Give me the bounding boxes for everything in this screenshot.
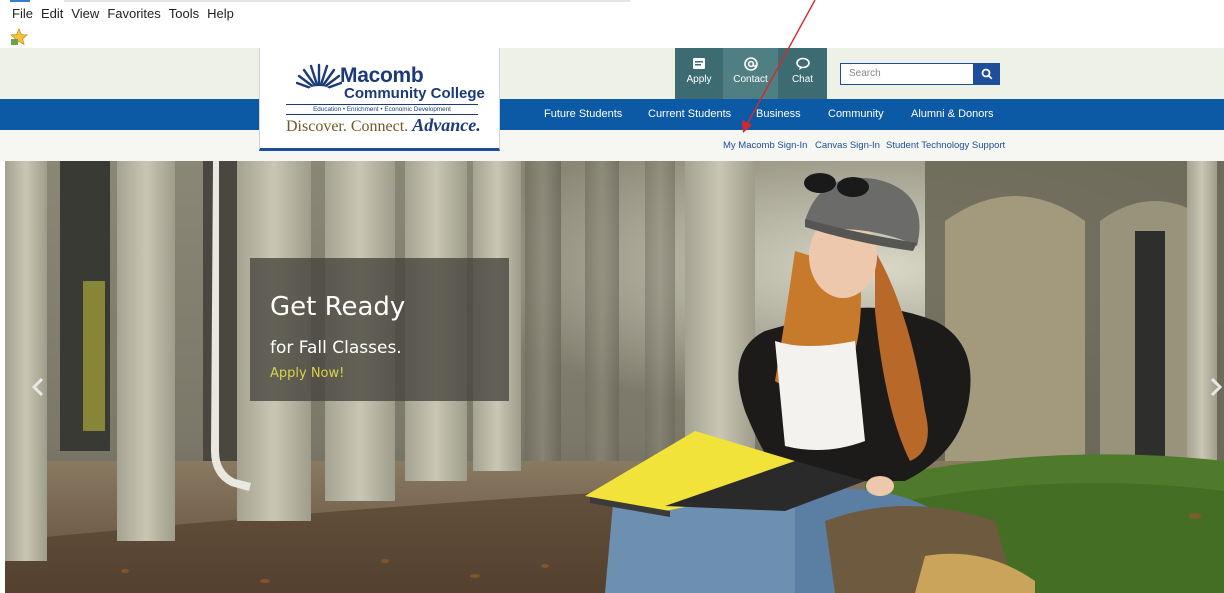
my-macomb-sign-in-link[interactable]: My Macomb Sign-In (723, 130, 807, 161)
menu-tools[interactable]: Tools (169, 6, 199, 21)
apply-label: Apply (686, 74, 712, 85)
address-bar-edge (64, 0, 630, 2)
logo-motto: Discover. Connect. Advance. (286, 115, 481, 136)
hero-photo (5, 161, 1224, 593)
contact-label: Contact (733, 74, 768, 85)
menu-help[interactable]: Help (207, 6, 234, 21)
menu-edit[interactable]: Edit (41, 6, 63, 21)
chat-bubble-icon (795, 57, 810, 70)
canvas-sign-in-link[interactable]: Canvas Sign-In (815, 130, 880, 161)
logo-motto-emphasis: Advance. (412, 115, 481, 135)
tab-indicator (10, 0, 30, 2)
carousel-prev-chevron-left-icon[interactable] (30, 375, 46, 399)
nav-alumni-donors[interactable]: Alumni & Donors (911, 99, 994, 130)
at-icon (743, 57, 758, 71)
sunburst-logo-icon (296, 63, 342, 93)
secondary-nav-bar (0, 130, 1224, 161)
logo-motto-text: Discover. Connect. (286, 118, 409, 135)
search-button[interactable] (974, 63, 1000, 85)
document-icon (693, 58, 705, 69)
hero-carousel (5, 161, 1224, 593)
hero-promo-panel: Get Ready for Fall Classes. Apply Now! (250, 258, 509, 401)
logo-tagline: Education • Enrichment • Economic Develo… (286, 104, 478, 115)
search-input[interactable]: Search (840, 63, 974, 85)
contact-button[interactable]: Contact (723, 48, 778, 99)
menu-file[interactable]: File (12, 6, 33, 21)
favorites-bar (0, 26, 1224, 48)
logo-name-line2: Community College (344, 85, 485, 102)
carousel-next-chevron-right-icon[interactable] (1208, 375, 1224, 399)
student-technology-support-link[interactable]: Student Technology Support (886, 130, 1005, 161)
hero-title: Get Ready (270, 292, 406, 322)
apply-now-link[interactable]: Apply Now! (270, 366, 344, 381)
site-header-top (0, 48, 1224, 99)
browser-menu: File Edit View Favorites Tools Help (12, 6, 242, 21)
apply-button[interactable]: Apply (675, 48, 723, 99)
add-favorite-star-icon[interactable] (10, 28, 28, 46)
nav-business[interactable]: Business (756, 99, 801, 130)
nav-community[interactable]: Community (828, 99, 884, 130)
menu-view[interactable]: View (71, 6, 99, 21)
chat-button[interactable]: Chat (778, 48, 827, 99)
nav-future-students[interactable]: Future Students (544, 99, 622, 130)
magnifier-icon (981, 68, 993, 80)
hero-subtitle: for Fall Classes. (270, 338, 402, 358)
nav-current-students[interactable]: Current Students (648, 99, 731, 130)
chat-label: Chat (791, 74, 814, 85)
browser-menubar: File Edit View Favorites Tools Help (0, 0, 1224, 26)
college-logo[interactable]: Macomb Community College Education • Enr… (259, 48, 500, 151)
menu-favorites[interactable]: Favorites (107, 6, 160, 21)
